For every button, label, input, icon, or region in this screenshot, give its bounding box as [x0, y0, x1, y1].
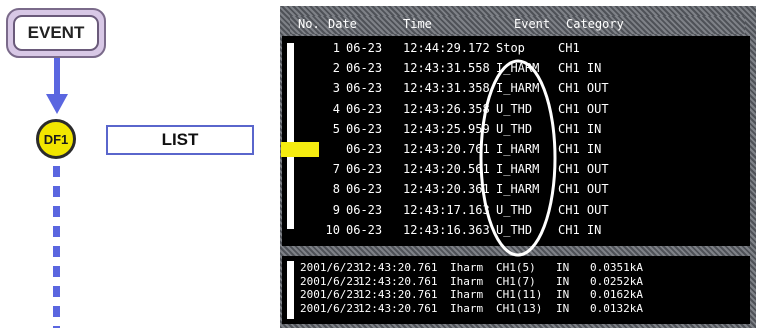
highlight-ellipse	[479, 59, 557, 257]
row-date: 06-23	[346, 202, 383, 217]
row-time: 12:43:26.358	[403, 101, 490, 116]
row-time: 12:44:29.172	[403, 41, 490, 55]
row-date: 06-23	[346, 222, 383, 237]
detail-time: 12:43:20.761	[358, 274, 438, 288]
detail-type: Iharm	[450, 288, 484, 301]
down-arrow-icon	[46, 58, 68, 114]
detail-time: 12:43:20.761	[358, 301, 438, 315]
detail-dir: IN	[556, 274, 570, 288]
row-time: 12:43:31.358	[403, 81, 490, 96]
detail-dir: IN	[556, 288, 570, 301]
df1-function-label: LIST	[106, 125, 254, 155]
detail-value: 0.0162kA	[590, 288, 643, 301]
detail-time: 12:43:20.761	[358, 261, 438, 274]
row-date: 06-23	[346, 142, 383, 156]
event-list-scrollbar[interactable]	[287, 43, 294, 229]
detail-value: 0.0252kA	[590, 274, 643, 288]
row-category: CH1 IN	[558, 222, 602, 237]
row-category: CH1 OUT	[558, 162, 609, 177]
detail-dir: IN	[556, 261, 570, 274]
row-category: CH1 OUT	[558, 81, 609, 96]
detail-channel: CH1(5)	[496, 261, 536, 274]
row-time: 12:43:25.959	[403, 121, 490, 136]
detail-type: Iharm	[450, 274, 484, 288]
dashed-connector	[53, 166, 60, 328]
row-number: 8	[332, 182, 340, 197]
table-row[interactable]: 1 06-23 12:44:29.172 Stop CH1	[300, 40, 740, 57]
row-number: 2	[332, 61, 340, 76]
row-time: 12:43:20.361	[403, 182, 490, 197]
col-date-header: Date	[328, 17, 357, 31]
row-number: 5	[332, 121, 340, 136]
row-date: 06-23	[346, 41, 383, 55]
detail-value: 0.0132kA	[590, 301, 643, 315]
detail-channel: CH1(11)	[496, 288, 543, 301]
detail-date: 2001/6/23	[300, 288, 360, 301]
col-event-header: Event	[514, 17, 551, 31]
row-number: 9	[332, 202, 340, 217]
event-key[interactable]: EVENT	[6, 8, 106, 58]
row-category: CH1 IN	[558, 121, 602, 136]
detail-time: 12:43:20.761	[358, 288, 438, 301]
row-number: 7	[332, 162, 340, 177]
row-time: 12:43:17.163	[403, 202, 490, 217]
detail-type: Iharm	[450, 301, 484, 315]
event-key-label: EVENT	[13, 15, 99, 51]
row-date: 06-23	[346, 61, 383, 76]
row-time: 12:43:20.561	[403, 162, 490, 177]
row-time: 12:43:20.761	[403, 142, 490, 156]
col-no-header: No.	[298, 17, 320, 31]
col-time-header: Time	[403, 17, 432, 31]
row-date: 06-23	[346, 162, 383, 177]
detail-date: 2001/6/23	[300, 261, 360, 274]
df1-key[interactable]: DF1	[36, 119, 76, 159]
detail-dir: IN	[556, 301, 570, 315]
detail-channel: CH1(13)	[496, 301, 543, 315]
row-date: 06-23	[346, 81, 383, 96]
row-category: CH1	[558, 41, 580, 55]
detail-channel: CH1(7)	[496, 274, 536, 288]
detail-date: 2001/6/23	[300, 301, 360, 315]
detail-value: 0.0351kA	[590, 261, 643, 274]
row-date: 06-23	[346, 121, 383, 136]
row-category: CH1 OUT	[558, 182, 609, 197]
row-number: 4	[332, 101, 340, 116]
row-category: CH1 OUT	[558, 101, 609, 116]
row-number: 3	[332, 81, 340, 96]
row-category: CH1 OUT	[558, 202, 609, 217]
row-date: 06-23	[346, 182, 383, 197]
row-time: 12:43:31.558	[403, 61, 490, 76]
table-header: No. Date Time Event Category	[290, 16, 745, 34]
detail-date: 2001/6/23	[300, 274, 360, 288]
row-category: CH1 IN	[558, 142, 602, 156]
row-number: 6	[332, 142, 340, 156]
row-time: 12:43:16.363	[403, 222, 490, 237]
row-event: Stop	[496, 41, 525, 55]
row-number: 1	[332, 41, 340, 55]
row-number: 10	[325, 222, 340, 237]
event-detail-scrollbar[interactable]	[287, 261, 294, 319]
col-category-header: Category	[566, 17, 624, 31]
row-date: 06-23	[346, 101, 383, 116]
row-category: CH1 IN	[558, 61, 602, 76]
detail-type: Iharm	[450, 261, 484, 274]
